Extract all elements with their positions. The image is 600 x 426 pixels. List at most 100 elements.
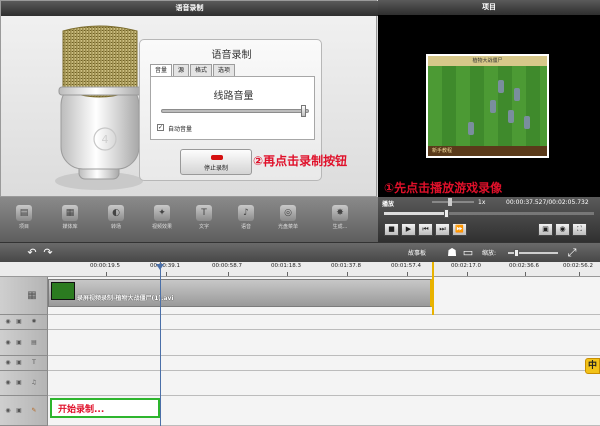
mic-small-icon: ♪ xyxy=(238,205,254,221)
eye-icon[interactable]: ◉ xyxy=(4,379,12,387)
disc-icon: ◎ xyxy=(280,205,296,221)
ruler-tick: 00:01:18.3 xyxy=(271,263,301,269)
speed-slider[interactable] xyxy=(432,198,474,206)
ruler-tick: 00:02:17.0 xyxy=(451,263,481,269)
stop-recording-button[interactable]: 停止录制 xyxy=(180,149,252,175)
timeline-ruler[interactable]: 00:00:19.5 00:00:39.1 00:00:58.7 00:01:1… xyxy=(0,262,600,277)
text-track[interactable] xyxy=(48,356,600,371)
auto-volume-label: 自动音量 xyxy=(168,126,193,133)
ruler-tick: 00:01:37.8 xyxy=(331,263,361,269)
camera-icon[interactable]: ◉ xyxy=(555,223,570,236)
video-clip[interactable]: 录屏视频录制-植物大战僵尸(1).avi xyxy=(48,279,432,307)
tab-source[interactable]: 源 xyxy=(173,64,190,76)
project-icon: ▤ xyxy=(16,205,32,221)
toolbar-project-button[interactable]: ▤ 项目 xyxy=(4,205,44,237)
fast-forward-icon[interactable]: ⏩ xyxy=(452,223,467,236)
zombie-sprite xyxy=(524,116,530,129)
people-icon[interactable]: ☗ xyxy=(446,247,458,259)
toolbar-label: 光盘菜单 xyxy=(277,224,298,230)
text-icon: T xyxy=(196,205,212,221)
eye-icon[interactable]: ◉ xyxy=(4,339,12,347)
audio-track[interactable] xyxy=(48,371,600,396)
voice-recording-panel: 语音录制 4 语音录制 音量源 格式 选项 线路音量 ✓ 自动音量 停止录制 ②… xyxy=(0,0,378,197)
lock-icon[interactable]: ▣ xyxy=(15,359,23,367)
toolbar-media-library-button[interactable]: ▦ 媒体库 xyxy=(50,205,90,237)
preview-video-frame[interactable]: 植物大战僵尸 新手教程 xyxy=(426,54,549,158)
next-frame-icon[interactable]: ⏭ xyxy=(435,223,450,236)
toolbar-voice-button[interactable]: ♪ 语音 xyxy=(226,205,266,237)
zombie-sprite xyxy=(514,88,520,101)
speed-thumb[interactable] xyxy=(448,198,452,206)
lock-icon[interactable]: ▣ xyxy=(15,379,23,387)
toolbar-transition-button[interactable]: ◐ 转场 xyxy=(96,205,136,237)
zombie-sprite xyxy=(498,80,504,93)
zoom-fit-icon[interactable]: ⤢ xyxy=(566,247,578,259)
overlay-track[interactable] xyxy=(48,330,600,356)
line-level-label: 线路音量 xyxy=(213,91,254,102)
voice-track-header: ◉ ▣ ✎ xyxy=(0,396,48,426)
speed-value: 1x xyxy=(478,199,486,206)
record-indicator-icon xyxy=(211,155,223,160)
zombie-sprite xyxy=(468,122,474,135)
preview-title: 项目 xyxy=(378,0,600,15)
voice-track[interactable]: 开始录制... xyxy=(48,396,600,426)
tab-options[interactable]: 选项 xyxy=(213,64,236,76)
toolbar-label: 文字 xyxy=(198,224,209,230)
fullscreen-icon[interactable]: ⛶ xyxy=(572,223,587,236)
toolbar-label: 转场 xyxy=(110,224,121,230)
zombie-sprite xyxy=(490,100,496,113)
ime-badge[interactable]: 中 xyxy=(585,358,600,374)
annotation-step1: ①先点击播放游戏录像 xyxy=(384,181,503,195)
playhead-handle[interactable] xyxy=(156,264,164,270)
time-readout: 00:00:37.527/00:02:05.732 xyxy=(506,199,589,206)
effect-track-icon: ✸ xyxy=(31,318,37,325)
play-icon[interactable]: ▶ xyxy=(401,223,416,236)
eye-icon[interactable]: ◉ xyxy=(4,318,12,326)
stop-icon[interactable]: ■ xyxy=(384,223,399,236)
ruler-tick: 00:02:36.6 xyxy=(509,263,539,269)
text-track-header: ◉ ▣ T xyxy=(0,356,48,371)
time-current: 00:00:37.527 xyxy=(506,199,547,206)
storyboard-button[interactable]: 故事板 xyxy=(408,248,426,257)
recording-status-text: 开始录制... xyxy=(58,405,105,415)
undo-icon[interactable]: ↶ xyxy=(26,247,38,259)
toolbar-disc-menu-button[interactable]: ◎ 光盘菜单 xyxy=(268,205,308,237)
effect-track[interactable] xyxy=(48,315,600,330)
eye-icon[interactable]: ◉ xyxy=(4,359,12,367)
video-track[interactable]: 录屏视频录制-植物大战僵尸(1).avi xyxy=(48,277,600,315)
seek-progress xyxy=(384,212,447,215)
video-track-icon: ▦ xyxy=(27,289,37,301)
clip-label: 录屏视频录制-植物大战僵尸(1).avi xyxy=(77,295,174,302)
previous-frame-icon[interactable]: ⏮ xyxy=(418,223,433,236)
recording-clip[interactable]: 开始录制... xyxy=(50,398,160,418)
seek-thumb[interactable] xyxy=(444,209,449,218)
ruler-tick: 00:02:56.2 xyxy=(563,263,593,269)
transition-icon: ◐ xyxy=(108,205,124,221)
line-level-thumb[interactable] xyxy=(301,105,306,117)
zoom-thumb[interactable] xyxy=(514,249,519,257)
redo-icon[interactable]: ↷ xyxy=(42,247,54,259)
seek-bar[interactable] xyxy=(384,209,594,218)
ruler-tick: 00:00:39.1 xyxy=(150,263,180,269)
eye-icon[interactable]: ◉ xyxy=(4,407,12,415)
settings-tabs: 音量源格式 选项 xyxy=(150,64,236,76)
display-icon[interactable]: ▭ xyxy=(462,247,474,259)
line-level-slider[interactable] xyxy=(161,105,309,117)
auto-volume-checkbox[interactable]: ✓ xyxy=(157,124,164,131)
playback-bar: 播放 1x 00:00:37.527/00:02:05.732 ■ ▶ ⏮ ⏭ … xyxy=(378,197,600,242)
time-total: 00:02:05.732 xyxy=(548,199,589,206)
lock-icon[interactable]: ▣ xyxy=(15,407,23,415)
lock-icon[interactable]: ▣ xyxy=(15,318,23,326)
game-status-bar: 新手教程 xyxy=(428,146,547,156)
toolbar-video-effects-button[interactable]: ✦ 视频效果 xyxy=(142,205,182,237)
toolbar-label: 项目 xyxy=(18,224,29,230)
monitor-icon[interactable]: ▣ xyxy=(538,223,553,236)
lock-icon[interactable]: ▣ xyxy=(15,339,23,347)
toolbar-text-button[interactable]: T 文字 xyxy=(184,205,224,237)
tab-format[interactable]: 格式 xyxy=(190,64,213,76)
playhead[interactable] xyxy=(160,262,161,426)
ruler-tick: 00:00:58.7 xyxy=(212,263,242,269)
toolbar-produce-button[interactable]: ✸ 生成... xyxy=(320,205,360,237)
tab-volume[interactable]: 音量 xyxy=(150,64,173,76)
zoom-slider[interactable] xyxy=(508,249,558,257)
